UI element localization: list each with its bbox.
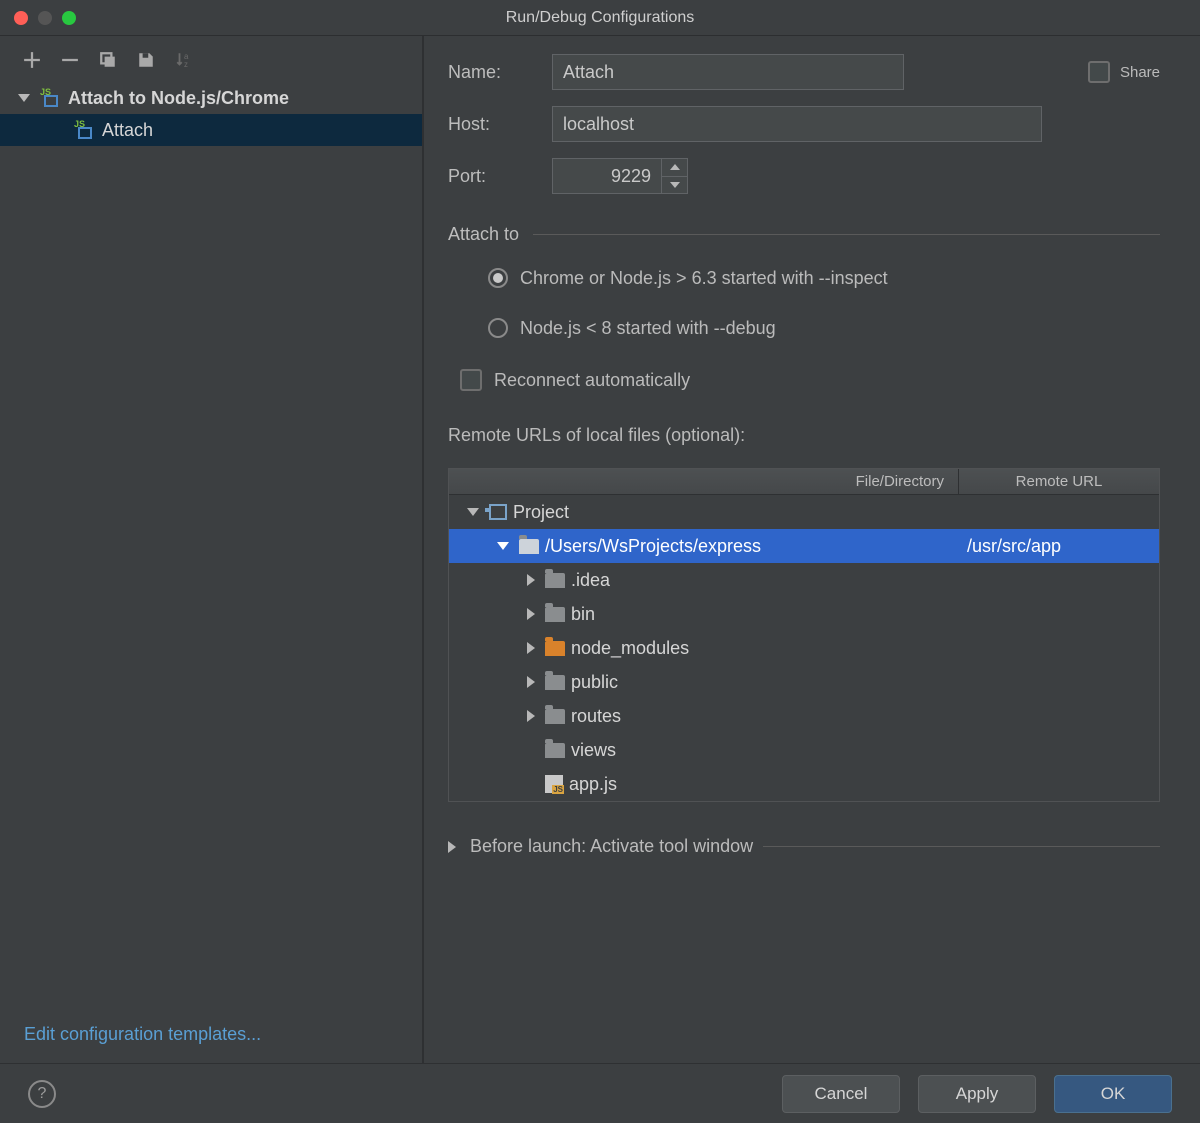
js-file-icon [545,775,563,793]
tree-item-attach[interactable]: JS Attach [0,114,422,146]
name-label: Name: [448,62,534,83]
file-row[interactable]: app.js [449,767,1159,801]
file-row[interactable]: routes [449,699,1159,733]
folder-icon [545,641,565,656]
remote-url-value[interactable]: /usr/src/app [959,536,1159,557]
port-stepper[interactable] [552,158,688,194]
window-title: Run/Debug Configurations [0,9,1200,27]
chevron-right-icon [527,710,535,722]
chevron-down-icon [497,542,509,550]
file-label: .idea [571,570,610,591]
tree-item-label: Attach [102,120,153,141]
host-label: Host: [448,114,534,135]
file-row-root[interactable]: /Users/WsProjects/express /usr/src/app [449,529,1159,563]
close-window-icon[interactable] [14,11,28,25]
chevron-right-icon [527,642,535,654]
tree-group[interactable]: JS Attach to Node.js/Chrome [0,82,422,114]
file-label: /Users/WsProjects/express [545,536,761,557]
cancel-button[interactable]: Cancel [782,1075,900,1113]
file-label: public [571,672,618,693]
ok-button[interactable]: OK [1054,1075,1172,1113]
titlebar: Run/Debug Configurations [0,0,1200,36]
sidebar-toolbar: az [0,50,422,82]
before-launch-label: Before launch: Activate tool window [470,836,753,857]
sort-icon: az [174,50,194,70]
radio-icon[interactable] [488,268,508,288]
chevron-down-icon [18,94,30,102]
sidebar: az JS Attach to Node.js/Chrome JS Attach… [0,36,424,1063]
folder-icon [545,709,565,724]
chevron-right-icon [527,676,535,688]
nodejs-icon: JS [74,121,96,139]
share-checkbox[interactable] [1088,61,1110,83]
file-label: bin [571,604,595,625]
divider [533,234,1160,235]
folder-icon [545,573,565,588]
reconnect-checkbox[interactable] [460,369,482,391]
tree-group-label: Attach to Node.js/Chrome [68,88,289,109]
col-file-header[interactable]: File/Directory [449,469,959,494]
minimize-window-icon[interactable] [38,11,52,25]
save-icon[interactable] [136,50,156,70]
share-label: Share [1120,64,1160,81]
copy-icon[interactable] [98,50,118,70]
project-icon [489,504,507,520]
host-input[interactable] [552,106,1042,142]
remote-urls-table: File/Directory Remote URL Project /Users… [448,468,1160,802]
attach-to-label: Attach to [448,224,519,245]
file-row[interactable]: views [449,733,1159,767]
folder-icon [545,675,565,690]
radio-icon[interactable] [488,318,508,338]
file-label: app.js [569,774,617,795]
file-row[interactable]: public [449,665,1159,699]
folder-icon [545,607,565,622]
port-down-icon[interactable] [662,177,687,194]
port-input[interactable] [553,159,661,193]
name-input[interactable] [552,54,904,90]
add-icon[interactable] [22,50,42,70]
radio-inspect-label: Chrome or Node.js > 6.3 started with --i… [520,268,888,289]
zoom-window-icon[interactable] [62,11,76,25]
file-label: routes [571,706,621,727]
chevron-right-icon [527,608,535,620]
port-label: Port: [448,166,534,187]
radio-debug[interactable]: Node.js < 8 started with --debug [448,311,1160,345]
reconnect-label: Reconnect automatically [494,370,690,391]
main-form: Name: Share Host: Port: Attach to [424,36,1200,1063]
chevron-right-icon[interactable] [448,841,456,853]
folder-icon [519,539,539,554]
divider [763,846,1160,847]
radio-debug-label: Node.js < 8 started with --debug [520,318,776,339]
window-controls [0,11,76,25]
apply-button[interactable]: Apply [918,1075,1036,1113]
folder-icon [545,743,565,758]
file-label: Project [513,502,569,523]
chevron-down-icon [467,508,479,516]
file-row[interactable]: .idea [449,563,1159,597]
file-row[interactable]: bin [449,597,1159,631]
port-up-icon[interactable] [662,159,687,177]
nodejs-icon: JS [40,89,62,107]
edit-templates-link[interactable]: Edit configuration templates... [24,1024,261,1044]
col-url-header[interactable]: Remote URL [959,469,1159,494]
remote-urls-label: Remote URLs of local files (optional): [448,425,1160,446]
dialog-footer: ? Cancel Apply OK [0,1063,1200,1123]
help-icon[interactable]: ? [28,1080,56,1108]
file-label: views [571,740,616,761]
radio-inspect[interactable]: Chrome or Node.js > 6.3 started with --i… [448,261,1160,295]
config-tree: JS Attach to Node.js/Chrome JS Attach [0,82,422,1014]
file-label: node_modules [571,638,689,659]
svg-text:z: z [184,60,188,69]
chevron-right-icon [527,574,535,586]
file-row-project[interactable]: Project [449,495,1159,529]
remove-icon[interactable] [60,50,80,70]
file-row[interactable]: node_modules [449,631,1159,665]
